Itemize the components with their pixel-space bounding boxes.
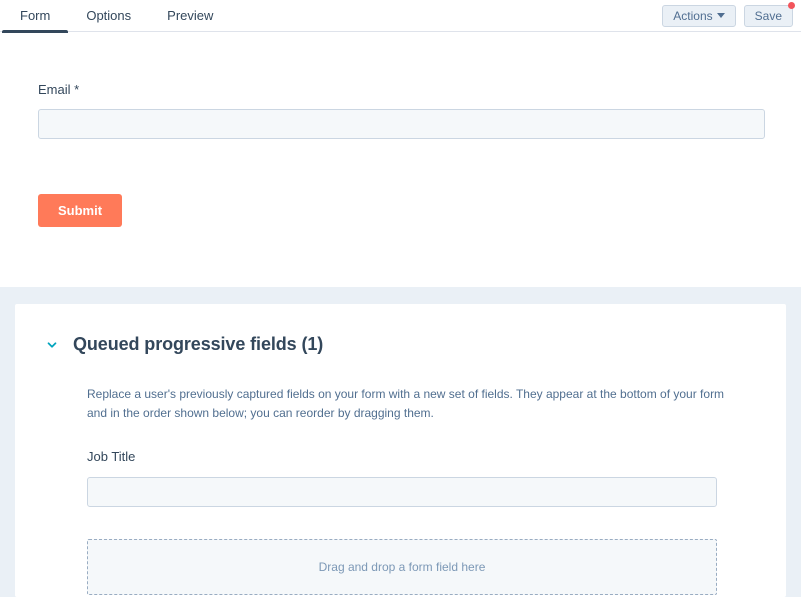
toolbar-right: Actions Save: [662, 5, 799, 27]
progressive-description: Replace a user's previously captured fie…: [87, 385, 727, 423]
tab-bar: Form Options Preview Actions Save: [0, 0, 801, 32]
caret-down-icon: [717, 13, 725, 18]
progressive-title: Queued progressive fields (1): [73, 334, 323, 355]
progressive-panel-header[interactable]: Queued progressive fields (1): [45, 334, 756, 355]
save-button[interactable]: Save: [744, 5, 793, 27]
tab-options[interactable]: Options: [68, 0, 149, 32]
tabs: Form Options Preview: [2, 0, 231, 32]
tab-preview[interactable]: Preview: [149, 0, 231, 32]
form-canvas: Email * Submit: [0, 32, 801, 287]
dropzone-text: Drag and drop a form field here: [319, 560, 486, 574]
job-title-field[interactable]: [87, 477, 717, 507]
submit-button[interactable]: Submit: [38, 194, 122, 227]
actions-label: Actions: [673, 9, 712, 23]
email-field[interactable]: [38, 109, 765, 139]
progressive-section-background: Queued progressive fields (1) Replace a …: [0, 287, 801, 597]
email-label: Email *: [38, 82, 765, 97]
chevron-down-icon: [45, 338, 59, 354]
job-title-label: Job Title: [87, 449, 756, 464]
progressive-panel: Queued progressive fields (1) Replace a …: [15, 304, 786, 597]
unsaved-indicator-icon: [788, 2, 795, 9]
dropzone[interactable]: Drag and drop a form field here: [87, 539, 717, 595]
tab-form[interactable]: Form: [2, 0, 68, 32]
actions-dropdown[interactable]: Actions: [662, 5, 735, 27]
progressive-body: Replace a user's previously captured fie…: [45, 385, 756, 595]
